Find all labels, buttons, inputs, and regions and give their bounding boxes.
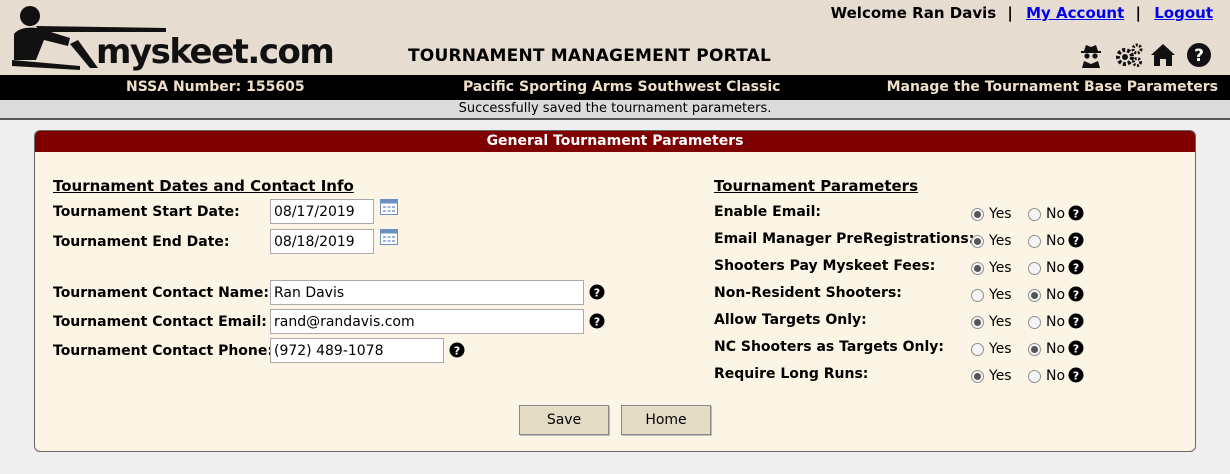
separator: | — [1135, 4, 1141, 22]
yes-radio[interactable] — [971, 235, 984, 248]
help-icon[interactable]: ? — [1068, 286, 1084, 302]
nssa-number: NSSA Number: 155605 — [126, 79, 305, 95]
general-parameters-panel: General Tournament Parameters Tournament… — [34, 130, 1196, 452]
contact-phone-label: Tournament Contact Phone: — [53, 343, 273, 359]
header-icons: ? — [1078, 42, 1212, 68]
no-radio[interactable] — [1028, 235, 1041, 248]
no-label: No — [1046, 341, 1066, 357]
parameter-label: Allow Targets Only: — [714, 312, 867, 328]
yes-label: Yes — [989, 287, 1012, 303]
no-radio[interactable] — [1028, 370, 1041, 383]
parameter-label: Email Manager PreRegistrations: — [714, 231, 975, 247]
parameter-label: Enable Email: — [714, 204, 821, 220]
separator: | — [1007, 4, 1013, 22]
calendar-icon[interactable] — [380, 229, 398, 245]
svg-text:?: ? — [1073, 370, 1079, 383]
user-links: Welcome Ran Davis | My Account | Logout — [831, 4, 1213, 22]
page-header: myskeet.com TOURNAMENT MANAGEMENT PORTAL… — [0, 0, 1230, 75]
svg-text:?: ? — [1073, 316, 1079, 329]
help-icon[interactable]: ? — [1068, 232, 1084, 248]
help-icon[interactable]: ? — [1068, 259, 1084, 275]
page-description: Manage the Tournament Base Parameters — [886, 79, 1218, 95]
calendar-icon[interactable] — [380, 199, 398, 215]
dates-contact-section-title: Tournament Dates and Contact Info — [53, 177, 354, 195]
no-label: No — [1046, 260, 1066, 276]
yes-radio[interactable] — [971, 343, 984, 356]
yes-radio[interactable] — [971, 289, 984, 302]
no-radio[interactable] — [1028, 208, 1041, 221]
spy-icon[interactable] — [1078, 42, 1104, 68]
start-date-input[interactable] — [270, 199, 374, 224]
svg-text:?: ? — [1073, 289, 1079, 302]
portal-title: TOURNAMENT MANAGEMENT PORTAL — [408, 46, 771, 66]
info-bar: NSSA Number: 155605 Pacific Sporting Arm… — [0, 75, 1230, 100]
yes-radio[interactable] — [971, 208, 984, 221]
svg-text:?: ? — [1194, 46, 1204, 66]
yes-label: Yes — [989, 206, 1012, 222]
svg-text:?: ? — [1073, 208, 1079, 221]
welcome-text: Welcome Ran Davis — [830, 4, 997, 22]
contact-name-input[interactable] — [270, 280, 584, 305]
svg-text:?: ? — [1073, 235, 1079, 248]
help-icon[interactable]: ? — [449, 342, 465, 358]
end-date-label: Tournament End Date: — [53, 234, 230, 250]
logout-link[interactable]: Logout — [1154, 4, 1213, 22]
start-date-label: Tournament Start Date: — [53, 204, 240, 220]
svg-text:?: ? — [594, 316, 600, 329]
help-icon[interactable]: ? — [589, 284, 605, 300]
no-label: No — [1046, 287, 1066, 303]
my-account-link[interactable]: My Account — [1026, 4, 1124, 22]
logo-text: myskeet.com — [96, 32, 335, 72]
parameter-label: NC Shooters as Targets Only: — [714, 339, 945, 355]
home-button[interactable]: Home — [621, 405, 711, 435]
yes-radio[interactable] — [971, 370, 984, 383]
help-icon[interactable]: ? — [1068, 313, 1084, 329]
help-icon[interactable]: ? — [1068, 340, 1084, 356]
yes-radio[interactable] — [971, 316, 984, 329]
yes-label: Yes — [989, 233, 1012, 249]
no-label: No — [1046, 206, 1066, 222]
no-radio[interactable] — [1028, 289, 1041, 302]
svg-text:?: ? — [594, 287, 600, 300]
site-logo[interactable]: myskeet.com — [10, 4, 335, 72]
contact-email-input[interactable] — [270, 309, 584, 334]
tournament-parameters-section-title: Tournament Parameters — [714, 177, 919, 195]
yes-label: Yes — [989, 314, 1012, 330]
yes-label: Yes — [989, 341, 1012, 357]
no-label: No — [1046, 368, 1066, 384]
svg-text:?: ? — [454, 345, 460, 358]
event-name: Pacific Sporting Arms Southwest Classic — [463, 79, 781, 95]
gears-icon[interactable] — [1114, 42, 1143, 68]
svg-text:?: ? — [1073, 262, 1079, 275]
parameter-label: Non-Resident Shooters: — [714, 285, 902, 301]
help-icon[interactable]: ? — [1186, 42, 1212, 68]
no-radio[interactable] — [1028, 343, 1041, 356]
contact-email-label: Tournament Contact Email: — [53, 314, 267, 330]
end-date-input[interactable] — [270, 229, 374, 254]
help-icon[interactable]: ? — [1068, 367, 1084, 383]
parameter-label: Shooters Pay Myskeet Fees: — [714, 258, 936, 274]
no-label: No — [1046, 314, 1066, 330]
save-button[interactable]: Save — [519, 405, 609, 435]
parameter-label: Require Long Runs: — [714, 366, 869, 382]
home-icon[interactable] — [1150, 42, 1176, 68]
contact-phone-input[interactable] — [270, 338, 444, 363]
help-icon[interactable]: ? — [1068, 205, 1084, 221]
yes-label: Yes — [989, 260, 1012, 276]
yes-radio[interactable] — [971, 262, 984, 275]
no-radio[interactable] — [1028, 262, 1041, 275]
no-radio[interactable] — [1028, 316, 1041, 329]
panel-title: General Tournament Parameters — [35, 131, 1195, 152]
no-label: No — [1046, 233, 1066, 249]
status-message: Successfully saved the tournament parame… — [0, 100, 1230, 120]
svg-text:?: ? — [1073, 343, 1079, 356]
help-icon[interactable]: ? — [589, 313, 605, 329]
yes-label: Yes — [989, 368, 1012, 384]
contact-name-label: Tournament Contact Name: — [53, 285, 269, 301]
